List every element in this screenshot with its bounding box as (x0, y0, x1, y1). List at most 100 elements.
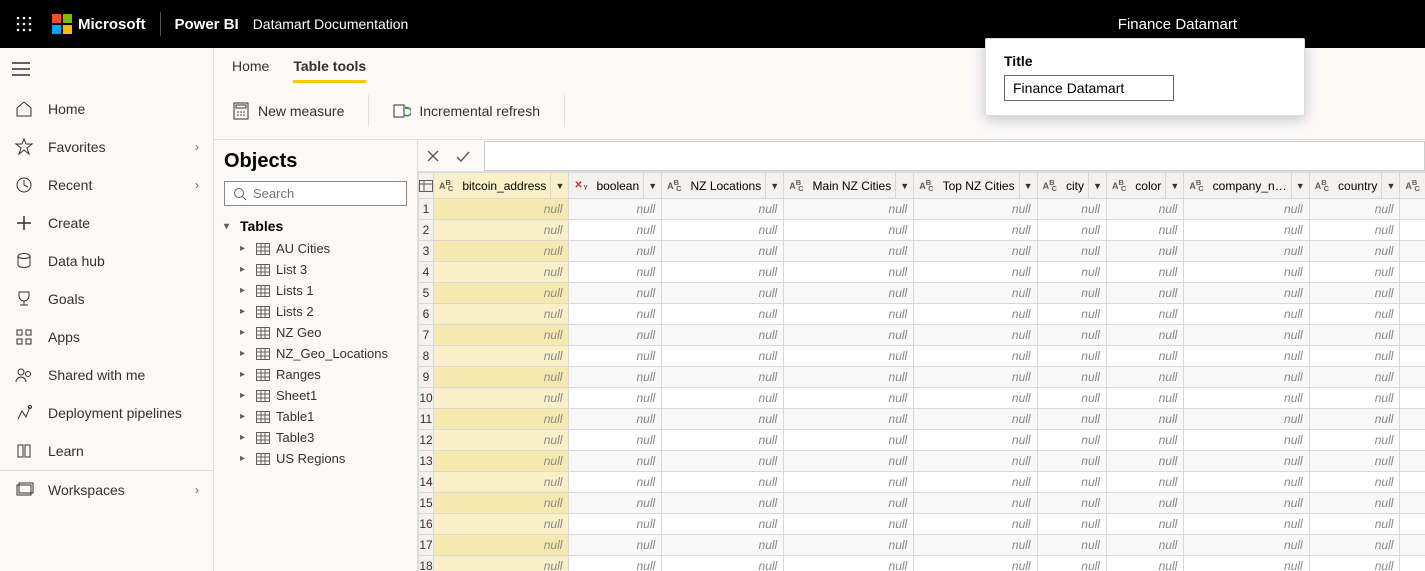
nav-home[interactable]: Home (0, 90, 213, 128)
row-header[interactable]: 8 (419, 346, 434, 367)
cell[interactable]: null (1037, 493, 1106, 514)
cell[interactable] (1400, 220, 1425, 241)
cell[interactable]: null (1037, 241, 1106, 262)
cell[interactable]: null (434, 535, 569, 556)
cell[interactable]: null (914, 535, 1037, 556)
cell[interactable]: null (1037, 409, 1106, 430)
nav-recent[interactable]: Recent› (0, 166, 213, 204)
cell[interactable]: null (1184, 304, 1309, 325)
column-header[interactable]: ABCcolor▼ (1106, 173, 1183, 199)
cell[interactable]: null (1309, 304, 1400, 325)
cell[interactable]: null (434, 304, 569, 325)
nav-shared[interactable]: Shared with me (0, 356, 213, 394)
cell[interactable]: null (914, 199, 1037, 220)
nav-apps[interactable]: Apps (0, 318, 213, 356)
cell[interactable]: null (914, 346, 1037, 367)
cell[interactable]: null (569, 556, 662, 571)
cancel-formula-button[interactable] (418, 141, 448, 171)
cell[interactable]: null (1184, 493, 1309, 514)
row-header[interactable]: 3 (419, 241, 434, 262)
cell[interactable] (1400, 451, 1425, 472)
cell[interactable]: null (434, 346, 569, 367)
cell[interactable]: null (1037, 325, 1106, 346)
tab-table-tools[interactable]: Table tools (293, 58, 366, 83)
cell[interactable]: null (434, 220, 569, 241)
cell[interactable]: null (662, 199, 784, 220)
cell[interactable] (1400, 556, 1425, 571)
cell[interactable]: null (784, 388, 914, 409)
nav-pipelines[interactable]: Deployment pipelines (0, 394, 213, 432)
row-header[interactable]: 18 (419, 556, 434, 571)
cell[interactable]: null (784, 283, 914, 304)
cell[interactable]: null (1106, 262, 1183, 283)
column-header[interactable]: ABCcity▼ (1037, 173, 1106, 199)
cell[interactable]: null (914, 220, 1037, 241)
cell[interactable]: null (569, 472, 662, 493)
cell[interactable] (1400, 535, 1425, 556)
select-all-corner[interactable] (419, 173, 434, 199)
cell[interactable]: null (1309, 241, 1400, 262)
cell[interactable]: null (1106, 514, 1183, 535)
cell[interactable]: null (569, 346, 662, 367)
cell[interactable]: null (1106, 388, 1183, 409)
row-header[interactable]: 15 (419, 493, 434, 514)
table-tree-item[interactable]: ▸Table1 (224, 406, 407, 427)
cell[interactable]: null (1037, 430, 1106, 451)
cell[interactable]: null (434, 493, 569, 514)
cell[interactable]: null (1106, 220, 1183, 241)
cell[interactable]: null (1309, 430, 1400, 451)
cell[interactable]: null (1184, 262, 1309, 283)
cell[interactable]: null (1106, 535, 1183, 556)
cell[interactable]: null (569, 409, 662, 430)
cell[interactable]: null (784, 472, 914, 493)
cell[interactable]: null (914, 367, 1037, 388)
cell[interactable]: null (569, 283, 662, 304)
cell[interactable]: null (1037, 367, 1106, 388)
cell[interactable]: null (662, 325, 784, 346)
row-header[interactable]: 11 (419, 409, 434, 430)
cell[interactable] (1400, 199, 1425, 220)
cell[interactable]: null (784, 493, 914, 514)
cell[interactable]: null (1184, 409, 1309, 430)
cell[interactable]: null (914, 430, 1037, 451)
row-header[interactable]: 14 (419, 472, 434, 493)
cell[interactable]: null (784, 325, 914, 346)
cell[interactable]: null (1037, 346, 1106, 367)
cell[interactable]: null (569, 220, 662, 241)
cell[interactable]: null (1184, 535, 1309, 556)
row-header[interactable]: 10 (419, 388, 434, 409)
table-tree-item[interactable]: ▸US Regions (224, 448, 407, 469)
cell[interactable]: null (1309, 199, 1400, 220)
cell[interactable]: null (569, 493, 662, 514)
cell[interactable] (1400, 304, 1425, 325)
cell[interactable]: null (662, 451, 784, 472)
cell[interactable]: null (1184, 241, 1309, 262)
cell[interactable]: null (1309, 451, 1400, 472)
cell[interactable]: null (1106, 493, 1183, 514)
column-filter-dropdown[interactable]: ▼ (550, 173, 568, 198)
column-filter-dropdown[interactable]: ▼ (1381, 173, 1399, 198)
cell[interactable]: null (662, 472, 784, 493)
column-header[interactable]: ABC (1400, 173, 1425, 199)
cell[interactable]: null (1037, 535, 1106, 556)
table-tree-item[interactable]: ▸List 3 (224, 259, 407, 280)
table-tree-item[interactable]: ▸AU Cities (224, 238, 407, 259)
tab-home[interactable]: Home (232, 58, 269, 83)
cell[interactable]: null (1184, 430, 1309, 451)
cell[interactable]: null (1037, 304, 1106, 325)
cell[interactable]: null (1037, 220, 1106, 241)
nav-datahub[interactable]: Data hub (0, 242, 213, 280)
column-filter-dropdown[interactable]: ▼ (1088, 173, 1106, 198)
table-tree-item[interactable]: ▸Ranges (224, 364, 407, 385)
cell[interactable]: null (1106, 556, 1183, 571)
cell[interactable]: null (662, 241, 784, 262)
column-filter-dropdown[interactable]: ▼ (643, 173, 661, 198)
cell[interactable]: null (784, 304, 914, 325)
cell[interactable] (1400, 514, 1425, 535)
cell[interactable]: null (434, 367, 569, 388)
cell[interactable]: null (434, 451, 569, 472)
cell[interactable]: null (784, 220, 914, 241)
new-measure-button[interactable]: New measure (232, 102, 344, 120)
column-header[interactable]: ABCMain NZ Cities▼ (784, 173, 914, 199)
nav-goals[interactable]: Goals (0, 280, 213, 318)
